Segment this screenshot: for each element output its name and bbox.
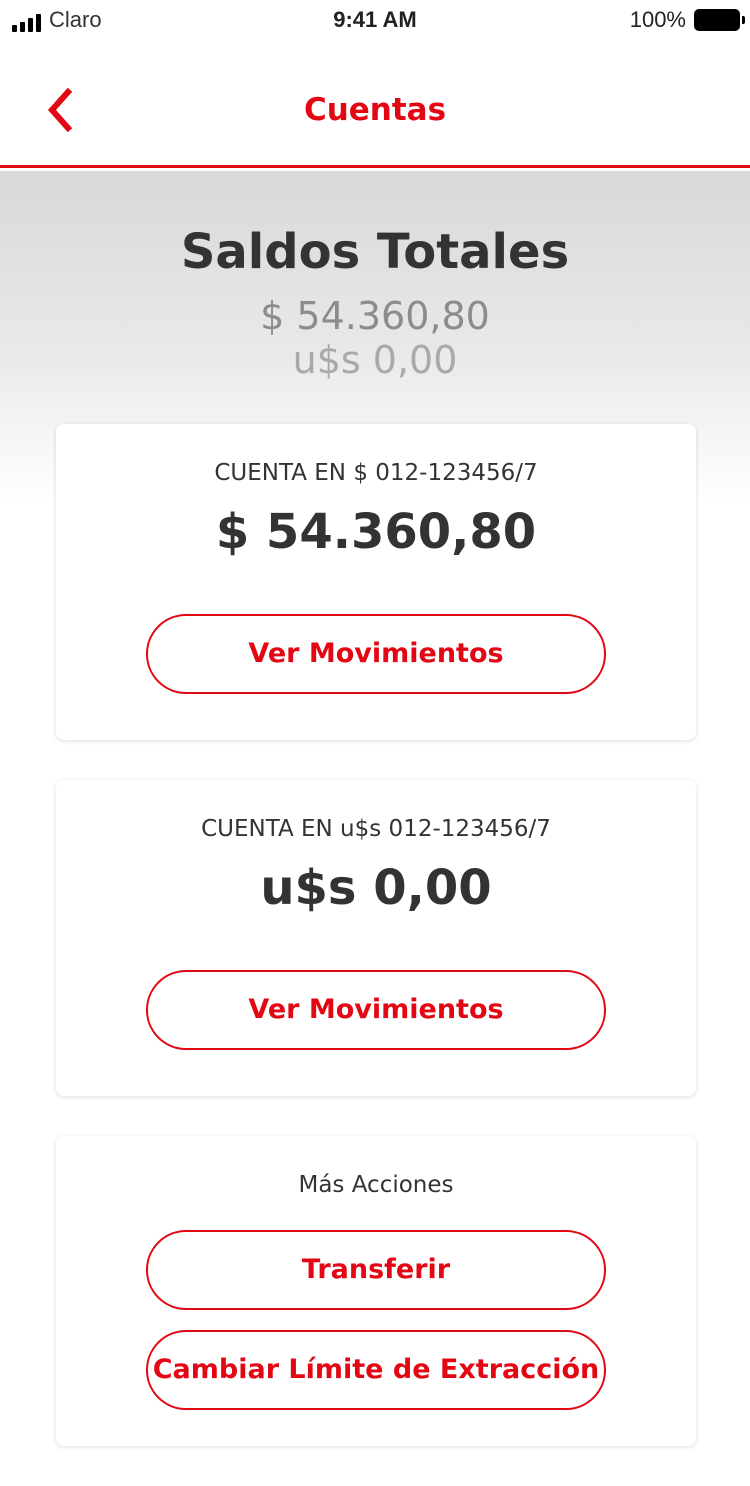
battery-icon (694, 9, 745, 31)
account-card-usd: CUENTA EN u$s 012-123456/7 u$s 0,00 Ver … (56, 780, 696, 1096)
account-card-ars: CUENTA EN $ 012-123456/7 $ 54.360,80 Ver… (56, 424, 696, 740)
more-actions-card: Más Acciones Transferir Cambiar Límite d… (56, 1136, 696, 1446)
view-movements-button[interactable]: Ver Movimientos (146, 970, 606, 1050)
account-label: CUENTA EN $ 012-123456/7 (214, 460, 538, 486)
more-actions-title: Más Acciones (298, 1172, 454, 1198)
account-balance: $ 54.360,80 (215, 504, 537, 560)
nav-bar: Cuentas (0, 40, 750, 168)
view-movements-button[interactable]: Ver Movimientos (146, 614, 606, 694)
page-title: Cuentas (303, 92, 447, 128)
battery-percent: 100% (629, 7, 686, 32)
account-label: CUENTA EN u$s 012-123456/7 (201, 816, 551, 842)
transfer-button[interactable]: Transferir (146, 1230, 606, 1310)
account-balance: u$s 0,00 (260, 860, 492, 916)
change-limit-button[interactable]: Cambiar Límite de Extracción (146, 1330, 606, 1410)
status-right: 100% (629, 7, 745, 32)
total-balance-ars: $ 54.360,80 (260, 294, 490, 338)
total-balance-usd: u$s 0,00 (292, 338, 458, 382)
summary-title: Saldos Totales (180, 224, 570, 280)
status-bar: Claro 9:41 AM 100% (0, 0, 750, 40)
